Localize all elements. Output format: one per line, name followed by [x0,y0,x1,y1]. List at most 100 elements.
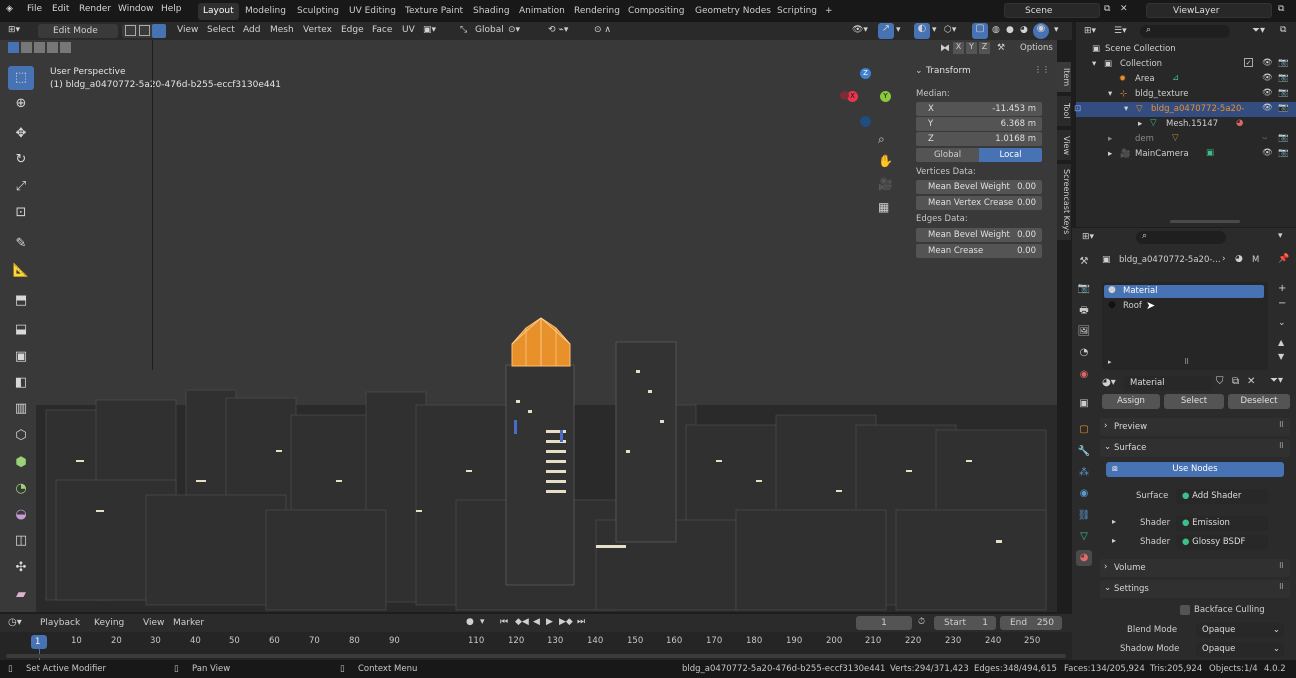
tab-shading[interactable]: Shading [468,3,515,20]
menu-file[interactable]: File [27,4,42,14]
timeline-ruler[interactable]: 1102030405060708090110120130140150160170… [0,632,1072,660]
filter-icon[interactable]: ⏷▾ [1252,25,1265,36]
collection-tab-icon[interactable]: ▣ [1076,396,1092,412]
median-y-field[interactable]: Y 6.368 m [916,117,1042,131]
assign-button[interactable]: Assign [1102,394,1160,409]
settings-section-header[interactable]: ⌄ Settings ⠿ [1100,580,1290,598]
close-icon[interactable]: ✕ [1120,4,1128,14]
move-slot-down-icon[interactable]: ▼ [1278,352,1284,361]
mirror-z-toggle[interactable]: Z [979,42,990,54]
world-tab-icon[interactable]: ◉ [1076,367,1092,383]
pivot-icon[interactable]: ⊙▾ [508,25,520,35]
properties-search-input[interactable]: ⌕ [1136,231,1226,244]
tab-animation[interactable]: Animation [514,3,570,20]
unlink-material-icon[interactable]: ✕ [1247,376,1255,387]
properties-options-icon[interactable]: ▾ [1278,231,1283,241]
new-collection-icon[interactable]: ⧉ [1280,25,1286,35]
tab-scripting[interactable]: Scripting [772,3,822,20]
remove-slot-button[interactable]: − [1278,298,1286,309]
camera-visibility-icon[interactable]: 👁 [1262,148,1273,158]
overlay-menu-icon[interactable]: ▾ [932,25,937,35]
modifier-tab-icon[interactable]: 🔧 [1076,444,1092,460]
edge-slide-tool-icon[interactable]: ◫ [8,529,34,553]
mode-selector[interactable]: Edit Mode [38,24,118,38]
preview-section-header[interactable]: › Preview ⠿ [1100,418,1290,436]
view-layer-selector[interactable]: ViewLayer [1146,3,1272,18]
expand-icon[interactable]: ▾ [1124,104,1128,114]
pin-icon[interactable]: 📌 [1278,254,1289,264]
expand-icon[interactable]: ▾ [1092,59,1096,69]
section-drag-icon[interactable]: ⠿ [1279,442,1284,450]
menu-view[interactable]: View [177,25,198,35]
snap-icon[interactable]: ⟲ ⌁▾ [548,25,568,35]
fake-user-icon[interactable]: ⛉ [1216,376,1224,387]
tool-tab-icon[interactable]: ⚒ [1076,254,1092,270]
add-cube-tool-icon[interactable]: ⬒ [8,289,34,313]
bldg-object-render-icon[interactable]: 📷 [1278,103,1289,113]
edge-select-icon[interactable] [139,25,150,36]
roof-slot-row[interactable]: ● Roof [1104,300,1264,313]
area-render-icon[interactable]: 📷 [1278,73,1289,83]
tab-texture-paint[interactable]: Texture Paint [400,3,468,20]
mirror-x-toggle[interactable]: X [953,42,964,54]
measure-tool-icon[interactable]: 📐 [8,259,34,283]
scene-collection-row[interactable]: ▣ Scene Collection [1076,42,1296,57]
current-frame-field[interactable]: 1 [856,616,912,630]
dem-hidden-icon[interactable]: ⌣ [1262,133,1268,143]
tab-compositing[interactable]: Compositing [623,3,689,20]
median-z-field[interactable]: Z 1.0168 m [916,132,1042,146]
dem-row[interactable]: ▸ dem ▽ ⌣ 📷 [1076,132,1296,147]
keyframe-options-icon[interactable]: ▾ [480,617,485,627]
section-drag-icon[interactable]: ⠿ [1279,583,1284,591]
select-new-icon[interactable] [8,42,19,53]
blend-mode-select[interactable]: Opaque ⌄ [1196,623,1284,638]
ortho-grid-icon[interactable]: ▦ [878,200,889,214]
jump-start-icon[interactable]: ⏮ [500,617,508,627]
timeline-editor-icon[interactable]: ◷▾ [8,617,22,628]
inset-tool-icon[interactable]: ▣ [8,345,34,369]
transform-collapse-icon[interactable]: ⌄ [915,66,923,76]
menu-edge[interactable]: Edge [341,25,364,35]
overlay-icon[interactable]: ◐ [914,23,930,39]
menu-uv[interactable]: UV [402,25,415,35]
dem-render-icon[interactable]: 📷 [1278,133,1289,143]
material-slot-row[interactable]: ● Material [1104,285,1264,298]
link-mode-icon[interactable]: ⏷▾ [1270,375,1283,386]
list-expand-icon[interactable]: ▸ [1108,358,1112,366]
record-icon[interactable]: ● [466,617,474,627]
menu-add[interactable]: Add [243,25,260,35]
select-extend-icon[interactable] [21,42,32,53]
panel-drag-icon[interactable]: ⋮⋮ [1034,65,1050,74]
blender-logo-icon[interactable]: ◈ [6,4,13,14]
section-drag-icon[interactable]: ⠿ [1279,562,1284,570]
gizmo-toggle-icon[interactable]: ↗ [878,23,894,39]
menu-select[interactable]: Select [207,25,235,35]
copy-icon[interactable]: ⧉ [1104,4,1110,14]
median-x-field[interactable]: X -11.453 m [916,102,1042,116]
view-layer-copy-icon[interactable]: ⧉ [1278,4,1284,14]
tab-sculpting[interactable]: Sculpting [292,3,344,20]
select-intersect-icon[interactable] [60,42,71,53]
bldg-texture-row[interactable]: ▾ ⊹ bldg_texture 👁 📷 [1076,87,1296,102]
menu-render[interactable]: Render [79,4,111,14]
expand-icon[interactable]: ▾ [1108,89,1112,99]
mesh-data-row[interactable]: ▸ ▽ Mesh.15147 ◕ [1076,117,1296,132]
material-name-field[interactable]: Material [1124,376,1212,391]
object-tab-icon[interactable]: ▢ [1076,422,1092,438]
navigation-gizmo[interactable]: Z Y X [836,66,896,128]
shader2-field[interactable]: ● Glossy BSDF [1176,535,1268,550]
gizmo-z-axis[interactable]: Z [860,68,871,79]
shrink-fatten-tool-icon[interactable]: ✣ [8,556,34,580]
mesh-overlay-icon[interactable]: ⬡▾ [944,25,956,35]
menu-face[interactable]: Face [372,25,392,35]
annotate-tool-icon[interactable]: ✎ [8,232,34,256]
shader1-expand-icon[interactable]: ▸ [1112,517,1116,526]
menu-window[interactable]: Window [118,4,154,14]
pan-hand-icon[interactable]: ✋ [878,154,893,168]
visibility-icon[interactable]: 👁▾ [852,25,868,35]
play-icon[interactable]: ▶ [546,617,553,627]
shader2-expand-icon[interactable]: ▸ [1112,536,1116,545]
bldg-object-row[interactable]: ⊡ ▾ ▽ bldg_a0470772-5a20- 👁 📷 [1074,102,1296,117]
menu-edit[interactable]: Edit [52,4,69,14]
shader1-field[interactable]: ● Emission [1176,516,1268,531]
